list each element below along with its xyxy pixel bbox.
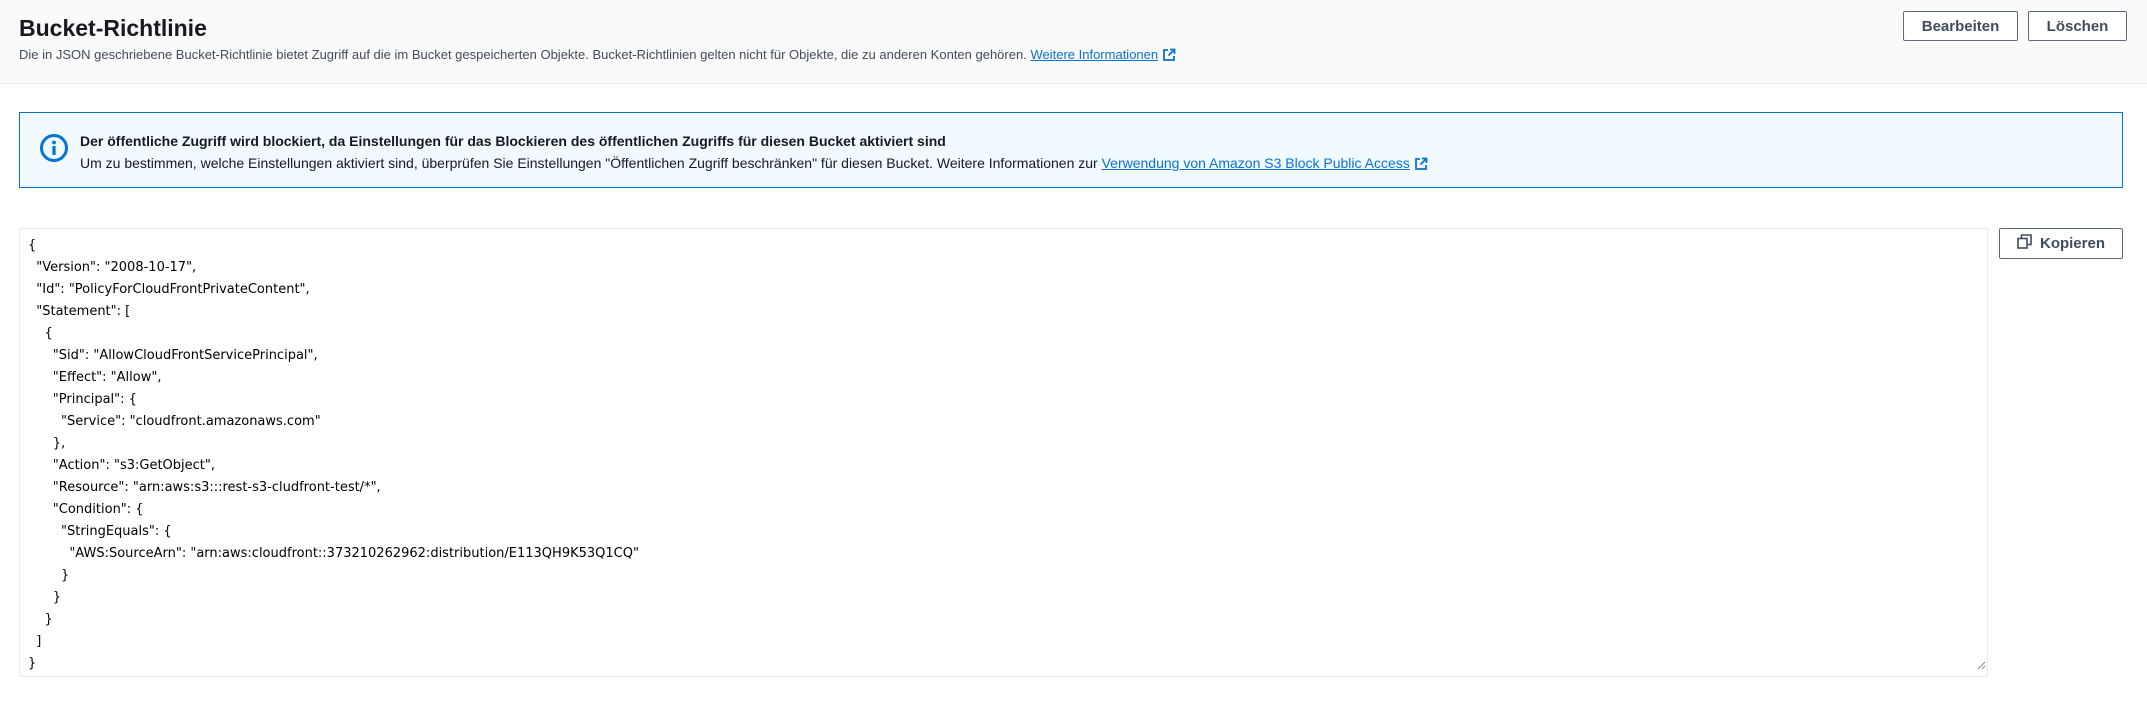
page-description: Die in JSON geschriebene Bucket-Richtlin… [19,47,1176,65]
description-text: Die in JSON geschriebene Bucket-Richtlin… [19,47,1027,62]
policy-json: { "Version": "2008-10-17", "Id": "Policy… [28,238,639,671]
alert-title: Der öffentliche Zugriff wird blockiert, … [80,133,946,149]
resize-handle-icon[interactable] [1976,657,1986,675]
copy-button[interactable]: Kopieren [1999,228,2123,259]
delete-button[interactable]: Löschen [2028,11,2127,41]
learn-more-label: Weitere Informationen [1030,47,1159,62]
block-public-access-link[interactable]: Verwendung von Amazon S3 Block Public Ac… [1102,155,1428,171]
edit-button[interactable]: Bearbeiten [1903,11,2018,41]
block-public-access-label: Verwendung von Amazon S3 Block Public Ac… [1101,155,1410,171]
page-header: Bucket-Richtlinie Die in JSON geschriebe… [0,0,2147,84]
external-link-icon [1162,48,1176,65]
copy-icon [2017,234,2032,253]
learn-more-link[interactable]: Weitere Informationen [1030,47,1176,62]
copy-label: Kopieren [2039,235,2105,252]
alert-body-text: Um zu bestimmen, welche Einstellungen ak… [80,155,1098,171]
alert-body: Um zu bestimmen, welche Einstellungen ak… [80,155,1428,174]
external-link-icon [1414,157,1428,174]
page-title: Bucket-Richtlinie [19,15,207,41]
info-icon [39,133,69,168]
policy-code-viewer[interactable]: { "Version": "2008-10-17", "Id": "Policy… [19,228,1988,677]
info-alert: Der öffentliche Zugriff wird blockiert, … [19,112,2123,188]
